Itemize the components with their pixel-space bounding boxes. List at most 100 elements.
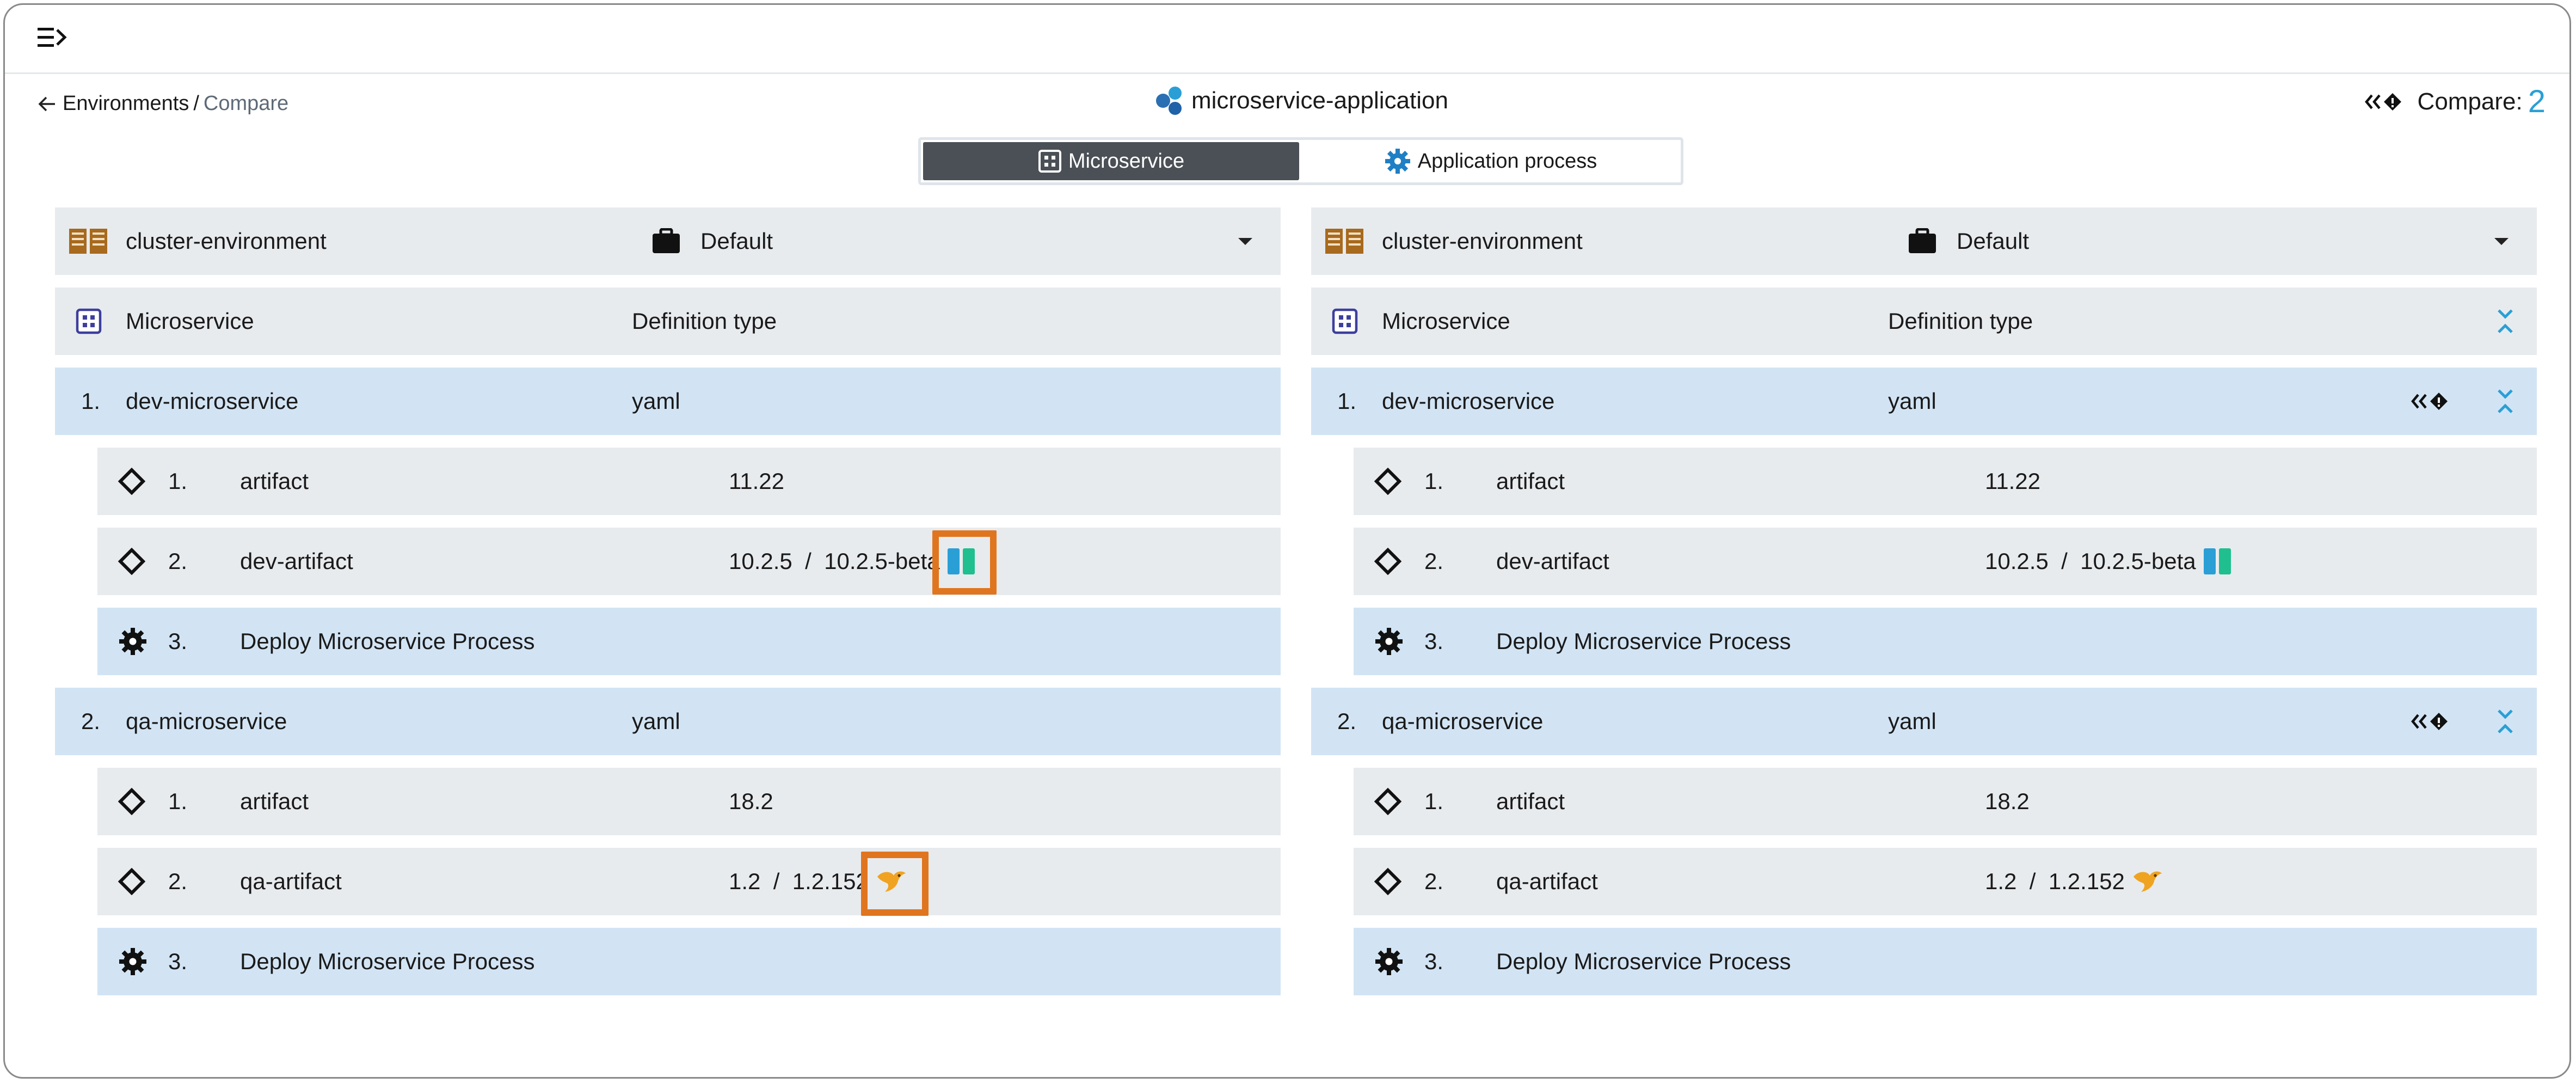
breadcrumb-environments-link[interactable]: Environments	[63, 92, 189, 115]
collapse-icon[interactable]	[2495, 688, 2515, 755]
dropdown-caret-icon[interactable]	[1237, 207, 1253, 275]
microservice-definition-type: yaml	[1888, 708, 1936, 734]
artifact-row: 1. artifact 11.22	[97, 448, 1281, 515]
process-gear-icon	[118, 608, 147, 675]
breadcrumb-current: Compare	[203, 92, 289, 115]
breadcrumb-separator: /	[193, 92, 199, 115]
process-row: 3. Deploy Microservice Process	[1354, 608, 2537, 675]
item-index: 1.	[168, 788, 188, 814]
item-name: Deploy Microservice Process	[1496, 949, 1791, 974]
microservice-name: qa-microservice	[126, 708, 287, 734]
item-index: 3.	[168, 949, 188, 974]
environment-name: cluster-environment	[1382, 228, 1583, 254]
compare-count: 2	[2528, 84, 2546, 119]
menu-expand-icon[interactable]	[36, 25, 69, 51]
item-name: Deploy Microservice Process	[1496, 628, 1791, 654]
dropdown-caret-icon[interactable]	[2493, 207, 2510, 275]
column-header-definition-type: Definition type	[1888, 308, 2033, 334]
app-window: Environments / Compare microservice-appl…	[3, 3, 2571, 1079]
microservice-index: 1.	[1337, 388, 1357, 414]
highlight-box	[932, 530, 997, 595]
artifact-version-text: 18.2	[729, 788, 773, 814]
artifact-version-text: 10.2.5 / 10.2.5-beta	[1985, 548, 2196, 574]
item-name: artifact	[1496, 468, 1565, 494]
tab-microservice[interactable]: Microservice	[923, 142, 1299, 180]
snapshot-name: Default	[1957, 228, 2030, 254]
microservice-row[interactable]: 1. dev-microservice yaml	[55, 368, 1281, 435]
artifact-version-text: 1.2 / 1.2.152	[729, 868, 869, 894]
artifact-row: 1. artifact 18.2	[97, 768, 1281, 835]
microservice-index: 1.	[81, 388, 101, 414]
process-row: 3. Deploy Microservice Process	[97, 608, 1281, 675]
column-header-definition-type: Definition type	[632, 308, 777, 334]
item-name: artifact	[1496, 788, 1565, 814]
artifact-version: 18.2	[1985, 768, 2030, 835]
microservice-index: 2.	[1337, 708, 1357, 734]
snapshot-name: Default	[700, 228, 773, 254]
process-gear-icon	[1374, 928, 1404, 995]
back-arrow-icon[interactable]	[38, 96, 56, 112]
item-name: artifact	[240, 468, 309, 494]
highlight-box	[860, 852, 929, 916]
microservice-name: dev-microservice	[126, 388, 299, 414]
jenkins-bird-icon	[2131, 868, 2163, 895]
artifact-version: 1.2 / 1.2.152	[729, 848, 929, 916]
item-name: dev-artifact	[1496, 548, 1609, 574]
jenkins-bird-icon	[860, 852, 929, 916]
artifact-version: 18.2	[729, 768, 773, 835]
item-name: qa-artifact	[1496, 868, 1598, 894]
microservice-name: dev-microservice	[1382, 388, 1555, 414]
microservice-row[interactable]: 1. dev-microservice yaml	[1311, 368, 2537, 435]
item-name: dev-artifact	[240, 548, 353, 574]
artifact-diamond-icon	[1374, 848, 1401, 915]
item-index: 3.	[1424, 949, 1444, 974]
microservice-app-icon	[1156, 87, 1182, 115]
environment-row: cluster-environment Default	[1311, 207, 2537, 275]
briefcase-icon	[1908, 228, 1937, 254]
artifact-version-text: 1.2 / 1.2.152	[1985, 868, 2125, 894]
tab-microservice-label: Microservice	[1068, 149, 1185, 173]
artifact-row: 2. qa-artifact 1.2 / 1.2.152	[97, 848, 1281, 916]
compare-icon	[2364, 93, 2401, 111]
environment-icon	[1324, 207, 1366, 275]
process-row: 3. Deploy Microservice Process	[97, 928, 1281, 995]
column-header-row: Microservice Definition type	[1311, 287, 2537, 355]
item-index: 1.	[1424, 788, 1444, 814]
artifact-version-text: 10.2.5 / 10.2.5-beta	[729, 548, 940, 574]
compare-icon[interactable]	[2411, 368, 2454, 435]
artifact-diamond-icon	[1374, 528, 1401, 595]
snapshot-selector[interactable]: Default	[651, 207, 773, 275]
item-index: 2.	[168, 868, 188, 894]
artifact-row: 2. qa-artifact 1.2 / 1.2.152	[1354, 848, 2537, 915]
item-name: qa-artifact	[240, 868, 342, 894]
artifact-version: 11.22	[1985, 448, 2040, 515]
process-gear-icon	[1374, 608, 1404, 675]
environment-icon	[68, 207, 109, 275]
collapse-icon[interactable]	[2495, 368, 2515, 435]
artifact-version-text: 11.22	[1985, 468, 2040, 494]
item-index: 2.	[1424, 548, 1444, 574]
item-index: 3.	[1424, 628, 1444, 654]
environment-row: cluster-environment Default	[55, 207, 1281, 275]
microservice-row[interactable]: 2. qa-microservice yaml	[55, 688, 1281, 755]
artifact-diamond-icon	[118, 528, 145, 595]
compare-icon[interactable]	[2411, 688, 2454, 755]
microservice-row[interactable]: 2. qa-microservice yaml	[1311, 688, 2537, 755]
item-index: 1.	[168, 468, 188, 494]
application-name: microservice-application	[1191, 87, 1448, 114]
compare-counter[interactable]: Compare: 2	[2364, 83, 2546, 120]
item-index: 2.	[1424, 868, 1444, 894]
tab-application-process-label: Application process	[1417, 149, 1597, 173]
artifact-row: 1. artifact 11.22	[1354, 448, 2537, 515]
process-gear-icon	[118, 928, 147, 995]
microservice-grid-icon	[76, 287, 102, 355]
item-name: artifact	[240, 788, 309, 814]
column-header-microservice: Microservice	[1382, 308, 1510, 334]
application-title: microservice-application	[1153, 85, 1448, 116]
briefcase-icon	[651, 228, 681, 254]
snapshot-selector[interactable]: Default	[1908, 207, 2029, 275]
item-name: Deploy Microservice Process	[240, 628, 535, 654]
artifact-version: 1.2 / 1.2.152	[1985, 848, 2163, 915]
tab-application-process[interactable]: Application process	[1302, 142, 1679, 180]
collapse-all-icon[interactable]	[2495, 287, 2515, 355]
